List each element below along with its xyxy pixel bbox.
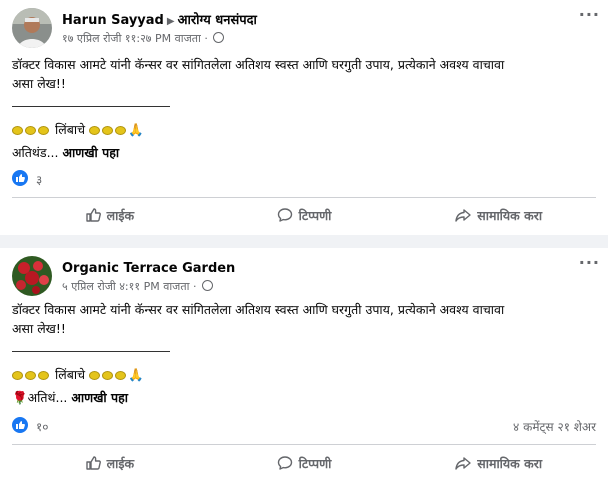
avatar[interactable] xyxy=(12,256,52,296)
comment-label: टिप्पणी xyxy=(298,455,332,471)
more-options-icon[interactable]: ··· xyxy=(579,7,600,23)
prayer-hands-icon: 🙏 xyxy=(128,122,144,137)
comment-label: टिप्पणी xyxy=(298,207,332,223)
post-author-line: Organic Terrace Garden xyxy=(62,260,235,277)
globe-icon xyxy=(201,280,213,291)
post-author-line: Harun Sayyad ▶ आरोग्य धनसंपदा xyxy=(62,12,257,30)
reactions-bar: ३ xyxy=(12,169,596,189)
feed-post: Harun Sayyad ▶ आरोग्य धनसंपदा १७ एप्रिल रो… xyxy=(0,0,608,235)
rose-icon: 🌹 xyxy=(12,390,28,405)
reactions-bar: १० ४ कमेंट्स २१ शेअर xyxy=(12,416,596,436)
like-button[interactable]: लाईक xyxy=(12,447,207,479)
thumbs-up-icon xyxy=(85,456,101,470)
comment-icon xyxy=(277,456,292,470)
thumbs-up-icon xyxy=(85,208,101,222)
divider xyxy=(12,197,596,198)
post-text-line: असा लेख!! xyxy=(12,321,66,336)
post-text-line: डॉक्टर विकास आमटे यांनी कॅन्सर वर सांगित… xyxy=(12,302,505,317)
divider xyxy=(12,444,596,445)
share-label: सामायिक करा xyxy=(477,207,543,223)
lemon-icon xyxy=(89,371,100,380)
like-label: लाईक xyxy=(106,207,135,223)
separator-line xyxy=(12,106,170,107)
lemon-icon xyxy=(102,371,113,380)
share-icon xyxy=(455,209,471,222)
post-text-line: डॉक्टर विकास आमटे यांनी कॅन्सर वर सांगित… xyxy=(12,57,505,72)
share-button[interactable]: सामायिक करा xyxy=(401,199,596,231)
comments-shares-count[interactable]: ४ कमेंट्स २१ शेअर xyxy=(513,418,596,435)
post-text: डॉक्टर विकास आमटे यांनी कॅन्सर वर सांगित… xyxy=(12,300,596,407)
share-label: सामायिक करा xyxy=(477,455,543,471)
post-text-line: अतिथं... xyxy=(27,390,68,405)
author-name[interactable]: Harun Sayyad xyxy=(62,13,164,28)
like-label: लाईक xyxy=(106,455,135,471)
separator-line xyxy=(12,351,170,352)
post-meta: ५ एप्रिल रोजी ४:११ PM वाजता · xyxy=(62,279,213,294)
see-more-link[interactable]: आणखी पहा xyxy=(63,145,120,160)
lemon-icon xyxy=(89,126,100,135)
avatar[interactable] xyxy=(12,8,52,48)
see-more-link[interactable]: आणखी पहा xyxy=(71,390,128,405)
lemon-line: लिंबाचे 🙏 xyxy=(12,365,596,384)
lemon-icon xyxy=(38,126,49,135)
post-text-line: असा लेख!! xyxy=(12,76,66,91)
lemon-line: लिंबाचे 🙏 xyxy=(12,120,596,139)
like-button[interactable]: लाईक xyxy=(12,199,207,231)
post-header: Harun Sayyad ▶ आरोग्य धनसंपदा १७ एप्रिल रो… xyxy=(12,8,596,50)
caret-right-icon: ▶ xyxy=(166,16,175,27)
post-text-line: अतिथंड... xyxy=(12,145,59,160)
comment-icon xyxy=(277,208,292,222)
like-reaction-icon[interactable] xyxy=(12,417,28,433)
author-name[interactable]: Organic Terrace Garden xyxy=(62,261,235,276)
post-timestamp[interactable]: ५ एप्रिल रोजी ४:११ PM वाजता xyxy=(62,280,189,293)
post-text: डॉक्टर विकास आमटे यांनी कॅन्सर वर सांगित… xyxy=(12,55,596,162)
lemon-icon xyxy=(38,371,49,380)
lemon-icon xyxy=(12,126,23,135)
post-meta: १७ एप्रिल रोजी ११:२७ PM वाजता · xyxy=(62,31,225,46)
post-header: Organic Terrace Garden ५ एप्रिल रोजी ४:१… xyxy=(12,256,596,298)
lemon-icon xyxy=(25,371,36,380)
group-name[interactable]: आरोग्य धनसंपदा xyxy=(178,13,257,28)
lemon-icon xyxy=(12,371,23,380)
like-reaction-icon[interactable] xyxy=(12,170,28,186)
more-options-icon[interactable]: ··· xyxy=(579,255,600,271)
comment-button[interactable]: टिप्पणी xyxy=(207,199,402,231)
globe-icon xyxy=(213,32,225,43)
lemon-label: लिंबाचे xyxy=(54,367,86,382)
share-icon xyxy=(455,457,471,470)
reaction-count[interactable]: ३ xyxy=(36,171,42,188)
action-bar: लाईक टिप्पणी सामायिक करा xyxy=(12,447,596,479)
lemon-icon xyxy=(102,126,113,135)
share-button[interactable]: सामायिक करा xyxy=(401,447,596,479)
lemon-icon xyxy=(115,126,126,135)
lemon-icon xyxy=(25,126,36,135)
reaction-count[interactable]: १० xyxy=(36,418,48,435)
feed-post: Organic Terrace Garden ५ एप्रिल रोजी ४:१… xyxy=(0,248,608,481)
prayer-hands-icon: 🙏 xyxy=(128,367,144,382)
action-bar: लाईक टिप्पणी सामायिक करा xyxy=(12,199,596,231)
post-timestamp[interactable]: १७ एप्रिल रोजी ११:२७ PM वाजता xyxy=(62,32,201,45)
lemon-icon xyxy=(115,371,126,380)
lemon-label: लिंबाचे xyxy=(54,122,86,137)
comment-button[interactable]: टिप्पणी xyxy=(207,447,402,479)
